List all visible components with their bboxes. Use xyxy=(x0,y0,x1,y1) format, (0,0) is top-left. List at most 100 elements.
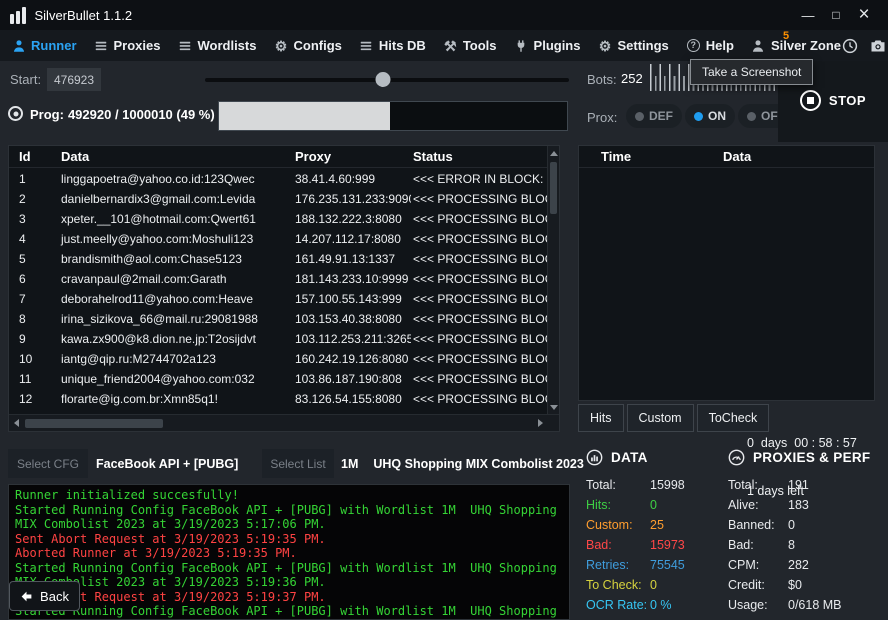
column-header-data: Data xyxy=(59,149,293,164)
nav-item-label: Proxies xyxy=(114,38,161,53)
log-line: Started Running Config FaceBook API + [P… xyxy=(15,604,563,620)
data-stats-panel: DATA Total:15998Hits:0Custom:25Bad:15973… xyxy=(586,449,685,615)
scroll-down-icon[interactable] xyxy=(548,401,559,413)
navbar-tools xyxy=(841,37,888,54)
table-row[interactable]: 8irina_sizikova_66@mail.ru:29081988103.1… xyxy=(9,309,547,329)
cell-data: unique_friend2004@yahoo.com:032 xyxy=(59,372,293,386)
stat-label: Alive: xyxy=(728,498,788,512)
navbar-items: Runner Proxies Wordlists ⚙Configs Hits DB ⚒To… xyxy=(11,38,841,53)
cell-data: irina_sizikova_66@mail.ru:29081988 xyxy=(59,312,293,326)
start-input[interactable]: 476923 xyxy=(47,68,101,91)
log-line: Aborted Runner at 3/19/2023 5:19:35 PM. xyxy=(15,546,563,561)
table-row[interactable]: 5brandismith@aol.com:Chase5123161.49.91.… xyxy=(9,249,547,269)
stat-label: OCR Rate: xyxy=(586,598,650,612)
table-row[interactable]: 10iantg@qip.ru:M2744702a123160.242.19.12… xyxy=(9,349,547,369)
tab-hits[interactable]: Hits xyxy=(578,404,624,432)
cell-data: just.meelly@yahoo.com:Moshuli123 xyxy=(59,232,293,246)
table-row[interactable]: 4just.meelly@yahoo.com:Moshuli12314.207.… xyxy=(9,229,547,249)
nav-item-runner[interactable]: Runner xyxy=(11,38,77,53)
tab-custom[interactable]: Custom xyxy=(627,404,694,432)
start-label: Start: xyxy=(10,72,41,87)
history-clock-icon[interactable] xyxy=(841,37,858,54)
column-header-time: Time xyxy=(579,149,721,164)
nav-item-tools[interactable]: ⚒Tools xyxy=(443,38,497,53)
cell-proxy: 14.207.112.17:8080 xyxy=(293,232,411,246)
stat-row: Custom:25 xyxy=(586,515,685,535)
horizontal-scrollbar-thumb[interactable] xyxy=(25,419,163,428)
stat-row: Total:191 xyxy=(728,475,870,495)
stat-row: To Check:0 xyxy=(586,575,685,595)
table-row[interactable]: 1linggapoetra@yahoo.co.id:123Qwec38.41.4… xyxy=(9,169,547,189)
nav-item-silver-zone[interactable]: Silver Zone5 xyxy=(751,38,841,53)
hits-table-header: Time Data xyxy=(579,146,874,168)
nav-item-configs[interactable]: ⚙Configs xyxy=(273,38,341,53)
cell-data: deborahelrod11@yahoo.com:Heave xyxy=(59,292,293,306)
results-table: Id Data Proxy Status 1linggapoetra@yahoo… xyxy=(8,145,560,432)
table-row[interactable]: 6cravanpaul@2mail.com:Garath181.143.233.… xyxy=(9,269,547,289)
table-row[interactable]: 11unique_friend2004@yahoo.com:032103.86.… xyxy=(9,369,547,389)
stat-value: 25 xyxy=(650,518,664,532)
nav-item-proxies[interactable]: Proxies xyxy=(94,38,161,53)
cell-status: <<< PROCESSING BLOCK xyxy=(411,292,547,306)
cell-data: florarte@ig.com.br:Xmn85q1! xyxy=(59,392,293,406)
cell-id: 10 xyxy=(9,352,59,366)
nav-item-help[interactable]: ? Help xyxy=(686,38,734,53)
column-header-id: Id xyxy=(9,149,59,164)
cell-status: <<< ERROR IN BLOCK: R xyxy=(411,172,547,186)
vertical-scrollbar-thumb[interactable] xyxy=(550,162,557,214)
table-row[interactable]: 12florarte@ig.com.br:Xmn85q1!83.126.54.1… xyxy=(9,389,547,409)
cell-proxy: 38.41.4.60:999 xyxy=(293,172,411,186)
bots-label: Bots: xyxy=(587,72,617,87)
minimize-button[interactable]: — xyxy=(794,2,822,28)
hits-db-list-icon xyxy=(359,38,374,53)
stat-row: Bad:8 xyxy=(728,535,870,555)
bots-value: 252 xyxy=(621,71,643,86)
cell-id: 7 xyxy=(9,292,59,306)
app-window: SilverBullet 1.1.2 — □ × RunnerProxiesWo… xyxy=(0,0,888,620)
select-list-button[interactable]: Select List xyxy=(262,449,334,478)
table-row[interactable]: 7deborahelrod11@yahoo.com:Heave157.100.5… xyxy=(9,289,547,309)
stat-row: Usage:0/618 MB xyxy=(728,595,870,615)
cell-status: <<< PROCESSING BLOCK xyxy=(411,192,547,206)
scroll-right-icon[interactable] xyxy=(534,415,546,431)
log-line: Started Running Config FaceBook API + [P… xyxy=(15,503,563,532)
scroll-left-icon[interactable] xyxy=(10,415,22,431)
prox-option-on[interactable]: ON xyxy=(685,104,735,128)
stat-row: Hits:0 xyxy=(586,495,685,515)
navbar: Runner Proxies Wordlists ⚙Configs Hits DB ⚒To… xyxy=(0,30,888,61)
cell-id: 11 xyxy=(9,372,59,386)
start-slider-handle[interactable] xyxy=(376,72,391,87)
help-question-icon: ? xyxy=(686,38,701,53)
stat-row: Bad:15973 xyxy=(586,535,685,555)
cell-id: 3 xyxy=(9,212,59,226)
nav-item-label: Runner xyxy=(31,38,77,53)
data-stats-title: DATA xyxy=(611,450,648,465)
start-slider[interactable] xyxy=(205,78,569,82)
stat-row: Banned:0 xyxy=(728,515,870,535)
select-cfg-button[interactable]: Select CFG xyxy=(8,449,88,478)
horizontal-scrollbar[interactable] xyxy=(9,414,559,431)
nav-item-plugins[interactable]: Plugins xyxy=(514,38,581,53)
stat-value: 282 xyxy=(788,558,809,572)
stat-label: Total: xyxy=(586,478,650,492)
nav-item-label: Settings xyxy=(617,38,668,53)
nav-item-wordlists[interactable]: Wordlists xyxy=(177,38,256,53)
scroll-up-icon[interactable] xyxy=(548,147,559,159)
close-button[interactable]: × xyxy=(850,2,878,28)
screenshot-camera-icon[interactable] xyxy=(869,37,886,54)
stat-value: 15973 xyxy=(650,538,685,552)
back-button[interactable]: Back xyxy=(9,581,80,611)
table-row[interactable]: 2danielbernardix3@gmail.com:Levida176.23… xyxy=(9,189,547,209)
vertical-scrollbar[interactable] xyxy=(547,146,559,414)
table-row[interactable]: 9kawa.zx900@k8.dion.ne.jp:T2osijdvt103.1… xyxy=(9,329,547,349)
prox-option-def[interactable]: DEF xyxy=(626,104,682,128)
cell-id: 6 xyxy=(9,272,59,286)
nav-item-label: Help xyxy=(706,38,734,53)
nav-item-hits-db[interactable]: Hits DB xyxy=(359,38,426,53)
cell-proxy: 103.112.253.211:32650 xyxy=(293,332,411,346)
maximize-button[interactable]: □ xyxy=(822,2,850,28)
radio-dot-icon xyxy=(747,112,756,121)
prox-option-label: ON xyxy=(708,109,726,123)
table-row[interactable]: 3xpeter.__101@hotmail.com:Qwert61188.132… xyxy=(9,209,547,229)
nav-item-settings[interactable]: ⚙Settings xyxy=(597,38,668,53)
